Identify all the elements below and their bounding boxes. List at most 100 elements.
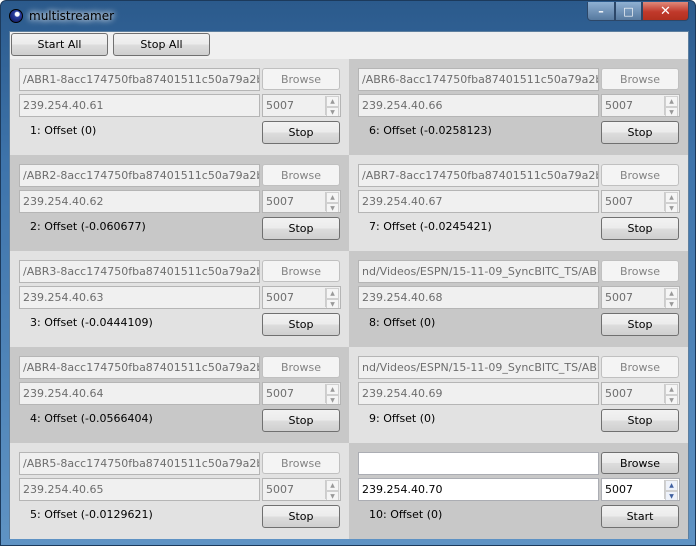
ip-address-input[interactable]: 239.254.40.69 bbox=[358, 382, 599, 405]
stop-stream-button[interactable]: Stop bbox=[601, 121, 679, 144]
spin-up-icon[interactable]: ▲ bbox=[665, 384, 678, 395]
offset-status-label: 2: Offset (-0.060677) bbox=[30, 220, 146, 233]
browse-button[interactable]: Browse bbox=[601, 68, 679, 90]
browse-button[interactable]: Browse bbox=[262, 164, 340, 186]
port-spinbox[interactable]: 5007 ▲ ▼ bbox=[601, 190, 680, 213]
maximize-button[interactable]: □ bbox=[615, 2, 642, 21]
port-spinbox[interactable]: 5007 ▲ ▼ bbox=[262, 190, 341, 213]
spin-up-icon[interactable]: ▲ bbox=[665, 192, 678, 203]
spin-up-icon[interactable]: ▲ bbox=[665, 288, 678, 299]
offset-status-label: 8: Offset (0) bbox=[369, 316, 436, 329]
port-value: 5007 bbox=[266, 291, 294, 304]
file-path-input[interactable]: /ABR5-8acc174750fba87401511c50a79a2be9.t… bbox=[19, 452, 260, 475]
stream-panel: /ABR1-8acc174750fba87401511c50a79a2be9.t… bbox=[10, 59, 349, 155]
ip-address-input[interactable]: 239.254.40.70 bbox=[358, 478, 599, 501]
port-spinbox[interactable]: 5007 ▲ ▼ bbox=[262, 478, 341, 501]
ip-address-input[interactable]: 239.254.40.63 bbox=[19, 286, 260, 309]
app-window: multistreamer – □ ✕ Start All Stop All /… bbox=[0, 0, 696, 546]
port-spinbox[interactable]: 5007 ▲ ▼ bbox=[262, 94, 341, 117]
file-path-input[interactable] bbox=[358, 452, 599, 475]
spin-up-icon[interactable]: ▲ bbox=[326, 288, 339, 299]
ip-address-input[interactable]: 239.254.40.68 bbox=[358, 286, 599, 309]
stop-stream-button[interactable]: Stop bbox=[262, 313, 340, 336]
offset-status-label: 7: Offset (-0.0245421) bbox=[369, 220, 492, 233]
port-spinbox[interactable]: 5007 ▲ ▼ bbox=[601, 286, 680, 309]
spin-up-icon[interactable]: ▲ bbox=[326, 96, 339, 107]
file-path-input[interactable]: /ABR6-8acc174750fba87401511c50a79a2be9.t… bbox=[358, 68, 599, 91]
port-value: 5007 bbox=[605, 195, 633, 208]
port-spinbox[interactable]: 5007 ▲ ▼ bbox=[262, 286, 341, 309]
stream-panel: /ABR5-8acc174750fba87401511c50a79a2be9.t… bbox=[10, 443, 349, 539]
minimize-button[interactable]: – bbox=[587, 2, 615, 21]
spin-down-icon[interactable]: ▼ bbox=[665, 395, 678, 404]
ip-address-input[interactable]: 239.254.40.66 bbox=[358, 94, 599, 117]
stop-stream-button[interactable]: Stop bbox=[262, 121, 340, 144]
spin-down-icon[interactable]: ▼ bbox=[665, 203, 678, 212]
stream-panel: /ABR3-8acc174750fba87401511c50a79a2be9.t… bbox=[10, 251, 349, 347]
stream-panel: /ABR6-8acc174750fba87401511c50a79a2be9.t… bbox=[349, 59, 688, 155]
spin-down-icon[interactable]: ▼ bbox=[665, 107, 678, 116]
file-path-input[interactable]: /ABR3-8acc174750fba87401511c50a79a2be9.t… bbox=[19, 260, 260, 283]
stream-panel: /ABR4-8acc174750fba87401511c50a79a2be9.t… bbox=[10, 347, 349, 443]
stop-stream-button[interactable]: Stop bbox=[262, 409, 340, 432]
spin-down-icon[interactable]: ▼ bbox=[326, 491, 339, 500]
window-title: multistreamer bbox=[29, 9, 115, 23]
ip-address-input[interactable]: 239.254.40.67 bbox=[358, 190, 599, 213]
client-area: Start All Stop All /ABR1-8acc174750fba87… bbox=[9, 31, 689, 539]
offset-status-label: 4: Offset (-0.0566404) bbox=[30, 412, 153, 425]
spin-down-icon[interactable]: ▼ bbox=[326, 107, 339, 116]
spin-down-icon[interactable]: ▼ bbox=[665, 299, 678, 308]
spin-up-icon[interactable]: ▲ bbox=[326, 480, 339, 491]
spin-up-icon[interactable]: ▲ bbox=[326, 384, 339, 395]
spin-up-icon[interactable]: ▲ bbox=[665, 96, 678, 107]
browse-button[interactable]: Browse bbox=[601, 260, 679, 282]
stop-stream-button[interactable]: Stop bbox=[601, 217, 679, 240]
offset-status-label: 6: Offset (-0.0258123) bbox=[369, 124, 492, 137]
stream-panel: Browse 239.254.40.70 5007 ▲ ▼ 10: Offset (… bbox=[349, 443, 688, 539]
spin-down-icon[interactable]: ▼ bbox=[326, 395, 339, 404]
stop-stream-button[interactable]: Stop bbox=[262, 505, 340, 528]
file-path-input[interactable]: /ABR1-8acc174750fba87401511c50a79a2be9.t… bbox=[19, 68, 260, 91]
file-path-input[interactable]: /ABR4-8acc174750fba87401511c50a79a2be9.t… bbox=[19, 356, 260, 379]
ip-address-input[interactable]: 239.254.40.62 bbox=[19, 190, 260, 213]
browse-button[interactable]: Browse bbox=[601, 164, 679, 186]
browse-button[interactable]: Browse bbox=[262, 356, 340, 378]
port-spinbox[interactable]: 5007 ▲ ▼ bbox=[601, 94, 680, 117]
spin-down-icon[interactable]: ▼ bbox=[326, 299, 339, 308]
port-value: 5007 bbox=[605, 483, 633, 496]
ip-address-input[interactable]: 239.254.40.64 bbox=[19, 382, 260, 405]
port-spinbox[interactable]: 5007 ▲ ▼ bbox=[262, 382, 341, 405]
stop-stream-button[interactable]: Stop bbox=[262, 217, 340, 240]
stop-stream-button[interactable]: Stop bbox=[601, 313, 679, 336]
port-value: 5007 bbox=[266, 483, 294, 496]
offset-status-label: 10: Offset (0) bbox=[369, 508, 443, 521]
offset-status-label: 3: Offset (-0.0444109) bbox=[30, 316, 153, 329]
ip-address-input[interactable]: 239.254.40.65 bbox=[19, 478, 260, 501]
ip-address-input[interactable]: 239.254.40.61 bbox=[19, 94, 260, 117]
stop-all-button[interactable]: Stop All bbox=[113, 33, 210, 56]
browse-button[interactable]: Browse bbox=[262, 452, 340, 474]
browse-button[interactable]: Browse bbox=[262, 68, 340, 90]
stream-panel: nd/Videos/ESPN/15-11-09_SyncBITC_TS/ABR1… bbox=[349, 251, 688, 347]
file-path-input[interactable]: nd/Videos/ESPN/15-11-09_SyncBITC_TS/ABR1… bbox=[358, 260, 599, 283]
title-bar: multistreamer bbox=[9, 7, 114, 25]
start-stream-button[interactable]: Start bbox=[601, 505, 679, 528]
spin-down-icon[interactable]: ▼ bbox=[326, 203, 339, 212]
stop-stream-button[interactable]: Stop bbox=[601, 409, 679, 432]
close-button[interactable]: ✕ bbox=[642, 2, 689, 21]
spin-up-icon[interactable]: ▲ bbox=[326, 192, 339, 203]
port-value: 5007 bbox=[266, 195, 294, 208]
file-path-input[interactable]: /ABR2-8acc174750fba87401511c50a79a2be9.t… bbox=[19, 164, 260, 187]
file-path-input[interactable]: nd/Videos/ESPN/15-11-09_SyncBITC_TS/ABR1… bbox=[358, 356, 599, 379]
start-all-button[interactable]: Start All bbox=[11, 33, 108, 56]
port-spinbox[interactable]: 5007 ▲ ▼ bbox=[601, 478, 680, 501]
app-logo-icon bbox=[9, 9, 23, 23]
port-value: 5007 bbox=[605, 99, 633, 112]
browse-button[interactable]: Browse bbox=[601, 356, 679, 378]
port-spinbox[interactable]: 5007 ▲ ▼ bbox=[601, 382, 680, 405]
file-path-input[interactable]: /ABR7-8acc174750fba87401511c50a79a2be9.t… bbox=[358, 164, 599, 187]
browse-button[interactable]: Browse bbox=[262, 260, 340, 282]
spin-up-icon[interactable]: ▲ bbox=[665, 480, 678, 491]
spin-down-icon[interactable]: ▼ bbox=[665, 491, 678, 500]
browse-button[interactable]: Browse bbox=[601, 452, 679, 474]
